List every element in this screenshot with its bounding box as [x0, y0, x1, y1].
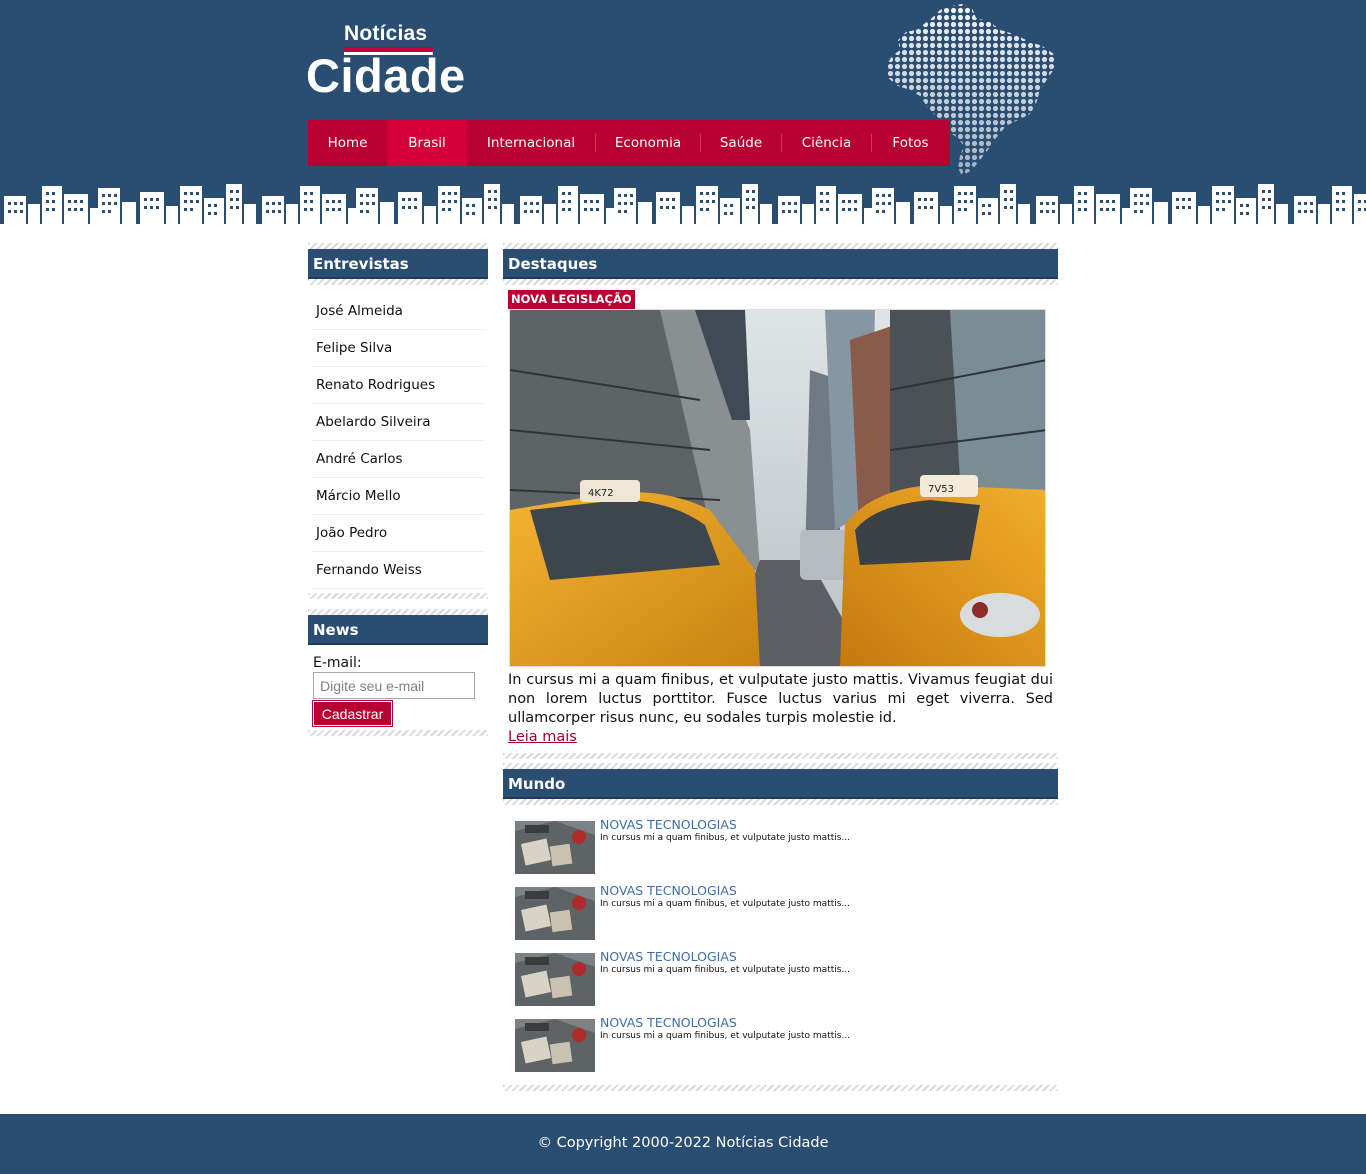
site-logo[interactable]: Notícias Cidade — [306, 20, 466, 102]
interview-item[interactable]: João Pedro — [312, 515, 484, 552]
world-news-list: NOVAS TECNOLOGIAS In cursus mi a quam fi… — [503, 805, 1058, 1085]
taxi-photo-icon: 4K72 7V53 — [510, 310, 1045, 666]
email-field[interactable] — [313, 672, 475, 699]
interview-item[interactable]: André Carlos — [312, 441, 484, 478]
nav-fotos[interactable]: Fotos — [872, 120, 949, 166]
world-news-item[interactable]: NOVAS TECNOLOGIAS In cursus mi a quam fi… — [515, 1015, 1058, 1081]
svg-text:7V53: 7V53 — [928, 484, 954, 495]
world-news-title[interactable]: NOVAS TECNOLOGIAS — [600, 949, 737, 964]
nav-ciencia[interactable]: Ciência — [782, 120, 871, 166]
hatch-divider — [308, 593, 488, 599]
interviews-list: José Almeida Felipe Silva Renato Rodrigu… — [308, 285, 488, 589]
hatch-divider — [503, 1085, 1058, 1091]
world-news-title[interactable]: NOVAS TECNOLOGIAS — [600, 1015, 737, 1030]
main-content: Destaques NOVA LEGISLAÇÃO 4K72 7V53 In c… — [503, 243, 1058, 1091]
nav-internacional[interactable]: Internacional — [467, 120, 595, 166]
nav-home-label: Home — [327, 135, 368, 151]
nav-brasil[interactable]: Brasil — [387, 120, 467, 166]
city-skyline-icon — [0, 182, 1366, 232]
nav-fotos-label: Fotos — [892, 135, 929, 151]
feature-image[interactable]: 4K72 7V53 — [509, 309, 1046, 667]
interviews-box: Entrevistas José Almeida Felipe Silva Re… — [308, 249, 488, 599]
world-news-excerpt: In cursus mi a quam finibus, et vulputat… — [600, 833, 851, 843]
nav-saude[interactable]: Saúde — [701, 120, 781, 166]
nav-economia-label: Economia — [614, 135, 682, 151]
world-news-title[interactable]: NOVAS TECNOLOGIAS — [600, 883, 737, 898]
newsletter-form: E-mail: Cadastrar — [308, 645, 488, 730]
feature-summary: In cursus mi a quam finibus, et vulputat… — [508, 672, 1053, 726]
read-more-link[interactable]: Leia mais — [508, 728, 1058, 747]
highlights-section: Destaques NOVA LEGISLAÇÃO 4K72 7V53 In c… — [503, 249, 1058, 759]
category-tag[interactable]: NOVA LEGISLAÇÃO — [508, 290, 635, 309]
world-title: Mundo — [503, 769, 1058, 799]
nav-brasil-label: Brasil — [408, 135, 446, 151]
hatch-divider — [503, 753, 1058, 759]
interview-item[interactable]: Márcio Mello — [312, 478, 484, 515]
interview-item[interactable]: Fernando Weiss — [312, 552, 484, 589]
nav-saude-label: Saúde — [719, 135, 763, 151]
nav-economia[interactable]: Economia — [596, 120, 700, 166]
desk-photo-icon[interactable] — [515, 1019, 595, 1072]
logo-top-word: Notícias — [344, 22, 428, 45]
world-news-excerpt: In cursus mi a quam finibus, et vulputat… — [600, 1031, 851, 1041]
world-news-excerpt: In cursus mi a quam finibus, et vulputat… — [600, 965, 851, 975]
world-news-excerpt: In cursus mi a quam finibus, et vulputat… — [600, 899, 851, 909]
highlights-title: Destaques — [503, 249, 1058, 279]
interview-item[interactable]: José Almeida — [312, 293, 484, 330]
subscribe-button[interactable]: Cadastrar — [312, 700, 393, 727]
logo-main-word: Cidade — [306, 49, 466, 102]
svg-text:4K72: 4K72 — [588, 488, 614, 499]
world-section: Mundo NOVAS TECNOLOGIAS In cursus mi a q… — [503, 763, 1058, 1091]
interview-item[interactable]: Renato Rodrigues — [312, 367, 484, 404]
world-news-item[interactable]: NOVAS TECNOLOGIAS In cursus mi a quam fi… — [515, 817, 1058, 883]
desk-photo-icon[interactable] — [515, 953, 595, 1006]
nav-home[interactable]: Home — [308, 120, 387, 166]
world-news-item[interactable]: NOVAS TECNOLOGIAS In cursus mi a quam fi… — [515, 949, 1058, 1015]
hatch-divider — [308, 730, 488, 736]
main-nav: Home Brasil Internacional Economia Saúde… — [308, 120, 950, 166]
hatch-divider — [503, 279, 1058, 285]
email-label: E-mail: — [313, 655, 362, 671]
newsletter-box: News E-mail: Cadastrar — [308, 609, 488, 736]
nav-ciencia-label: Ciência — [801, 135, 852, 151]
interview-item[interactable]: Felipe Silva — [312, 330, 484, 367]
world-news-title[interactable]: NOVAS TECNOLOGIAS — [600, 817, 737, 832]
nav-internacional-label: Internacional — [486, 135, 576, 151]
newsletter-title: News — [308, 615, 488, 645]
sidebar: Entrevistas José Almeida Felipe Silva Re… — [308, 243, 488, 736]
interview-item[interactable]: Abelardo Silveira — [312, 404, 484, 441]
world-news-item[interactable]: NOVAS TECNOLOGIAS In cursus mi a quam fi… — [515, 883, 1058, 949]
interviews-title: Entrevistas — [308, 249, 488, 279]
desk-photo-icon[interactable] — [515, 821, 595, 874]
site-footer: © Copyright 2000-2022 Notícias Cidade — [0, 1114, 1366, 1174]
desk-photo-icon[interactable] — [515, 887, 595, 940]
site-header: Notícias Cidade Home Brasil Internaciona… — [0, 0, 1366, 232]
copyright-text: © Copyright 2000-2022 Notícias Cidade — [537, 1135, 829, 1151]
